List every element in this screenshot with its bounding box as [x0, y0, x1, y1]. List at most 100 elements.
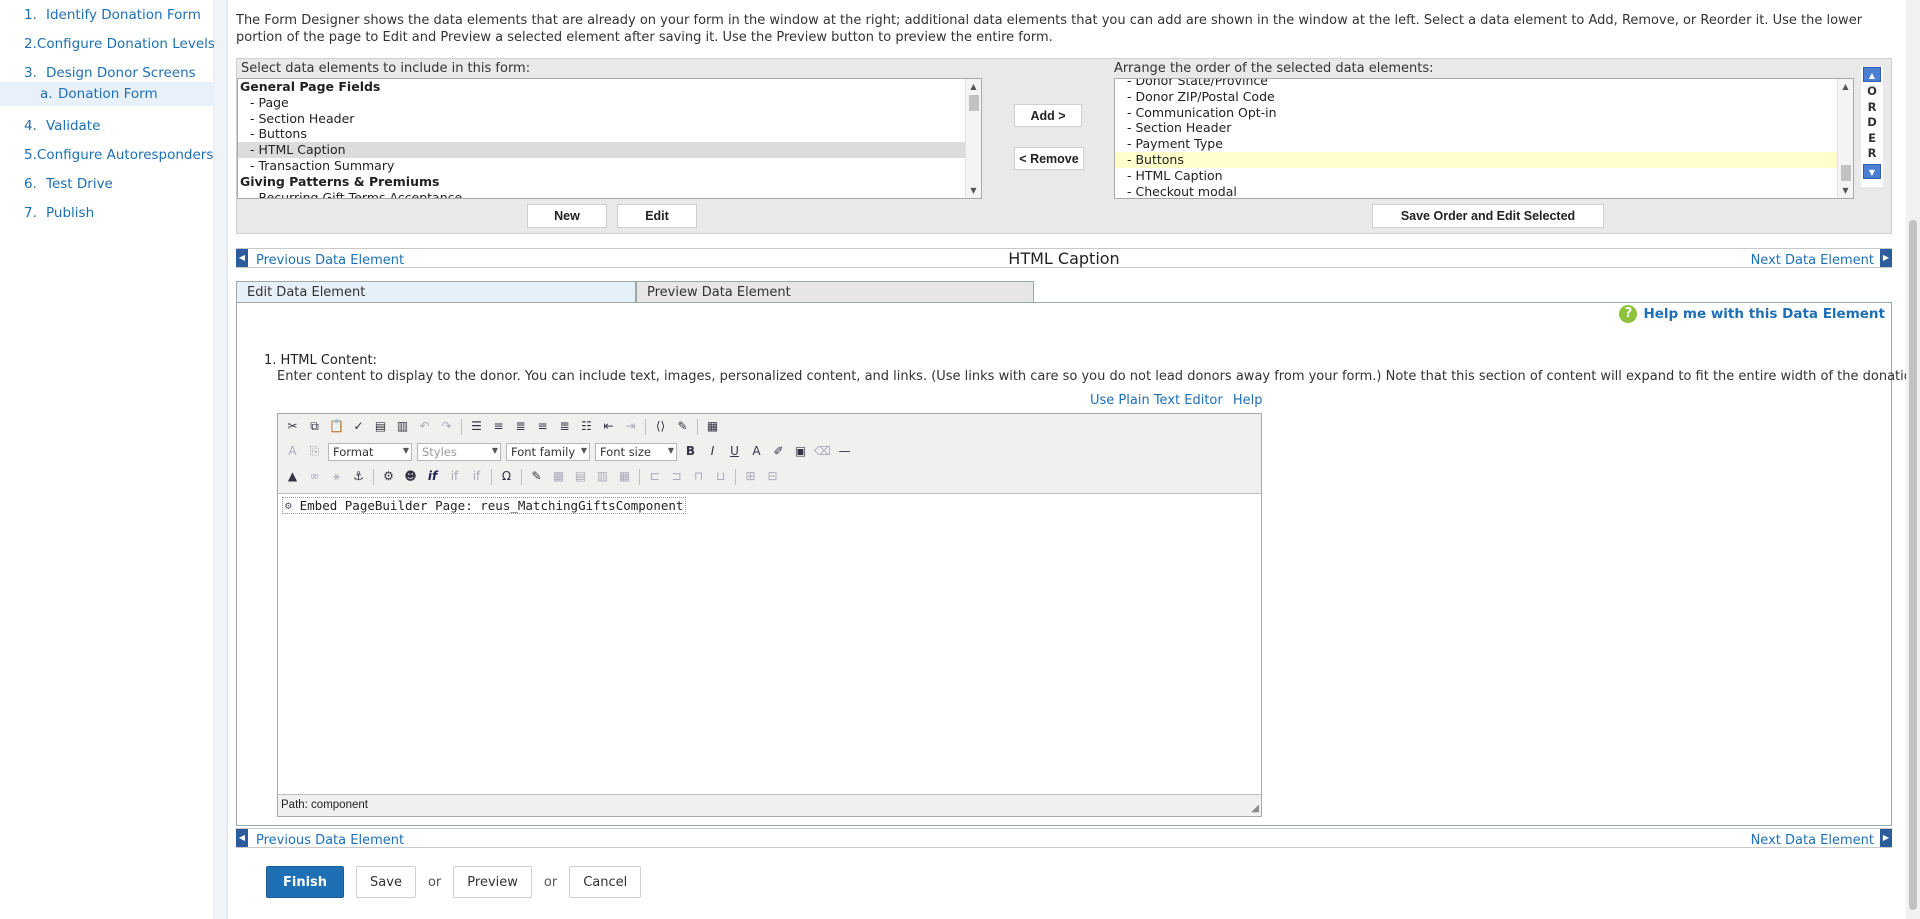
paste-icon[interactable]: 📋 — [328, 418, 345, 435]
undo-icon[interactable]: ↶ — [416, 418, 433, 435]
list-option[interactable]: - Donor State/Province — [1115, 79, 1853, 89]
insert-text-icon[interactable]: ▣ — [792, 443, 809, 460]
page-scroll-thumb[interactable] — [1909, 220, 1917, 910]
indent-icon[interactable]: ⇥ — [622, 418, 639, 435]
font-size-select[interactable]: Font size — [595, 442, 677, 461]
align-left-icon[interactable]: ≣ — [512, 418, 529, 435]
page-scrollbar[interactable] — [1906, 0, 1920, 919]
list-option[interactable]: - Page — [238, 95, 981, 111]
conditional-else-icon[interactable]: if — [446, 468, 463, 485]
tab-edit-data-element[interactable]: Edit Data Element — [236, 281, 636, 303]
paste-word-icon[interactable]: ▥ — [394, 418, 411, 435]
available-elements-list[interactable]: General Page Fields - Page - Section Hea… — [237, 78, 982, 199]
embedded-component[interactable]: ⚙ Embed PageBuilder Page: reus_MatchingG… — [282, 497, 687, 514]
preview-button[interactable]: Preview — [453, 866, 532, 898]
personalization-icon[interactable]: ☻ — [402, 468, 419, 485]
edit-icon[interactable]: ✎ — [528, 468, 545, 485]
italic-icon[interactable]: I — [704, 443, 721, 460]
scroll-down-icon[interactable]: ▼ — [966, 183, 981, 198]
list-option[interactable]: - Section Header — [238, 111, 981, 127]
html-source-icon[interactable]: ⟨⟩ — [652, 418, 669, 435]
format-select[interactable]: Format — [328, 442, 412, 461]
list-option[interactable]: - HTML Caption — [1115, 168, 1853, 184]
step-configure-donation-levels[interactable]: 2. Configure Donation Levels — [0, 29, 215, 58]
next-arrow-icon[interactable]: ▶ — [1880, 249, 1892, 267]
align-right-icon[interactable]: ≣ — [556, 418, 573, 435]
cancel-button[interactable]: Cancel — [569, 866, 642, 898]
scroll-thumb[interactable] — [969, 95, 979, 111]
step-configure-autoresponders[interactable]: 5. Configure Autoresponders — [0, 140, 213, 169]
list-option[interactable]: - Donor ZIP/Postal Code — [1115, 89, 1853, 105]
help-data-element-link[interactable]: ? Help me with this Data Element — [1619, 305, 1885, 323]
list-option[interactable]: - Recurring Gift Terms Acceptance — [238, 190, 981, 198]
step-validate[interactable]: 4. Validate — [0, 111, 213, 140]
remove-button[interactable]: < Remove — [1014, 147, 1084, 170]
delete-col-icon[interactable]: ⊔ — [712, 468, 729, 485]
text-color-icon[interactable]: A — [748, 443, 765, 460]
previous-data-element-link[interactable]: Previous Data Element — [256, 833, 404, 848]
list-option-group[interactable]: General Page Fields — [238, 79, 981, 95]
link-icon[interactable]: ∞ — [306, 468, 323, 485]
selected-elements-list[interactable]: - Donor State/Province - Donor ZIP/Posta… — [1114, 78, 1854, 199]
list-option-selected[interactable]: - HTML Caption — [238, 142, 981, 158]
resize-handle-icon[interactable]: ◢ — [1251, 803, 1259, 814]
list-option[interactable]: - Payment Type — [1115, 136, 1853, 152]
delete-row-icon[interactable]: ⊐ — [668, 468, 685, 485]
align-justify-icon[interactable]: ☷ — [578, 418, 595, 435]
bold-icon[interactable]: B — [682, 443, 699, 460]
editor-help-link[interactable]: Help — [1233, 393, 1263, 408]
cleanup-icon[interactable]: ✎ — [674, 418, 691, 435]
highlight-color-icon[interactable]: ✐ — [770, 443, 787, 460]
table-row-icon[interactable]: ▤ — [572, 468, 589, 485]
anchor-icon[interactable]: ⚓ — [350, 468, 367, 485]
split-cell-icon[interactable]: ⊞ — [742, 468, 759, 485]
new-button[interactable]: New — [527, 204, 607, 228]
table-merge-icon[interactable]: ▦ — [616, 468, 633, 485]
font-family-select[interactable]: Font family — [506, 442, 590, 461]
outdent-icon[interactable]: ⇤ — [600, 418, 617, 435]
scroll-down-icon[interactable]: ▼ — [1838, 183, 1853, 198]
step-identify-donation-form[interactable]: 1. Identify Donation Form — [0, 0, 213, 29]
move-up-icon[interactable]: ▲ — [1863, 67, 1881, 82]
scroll-up-icon[interactable]: ▲ — [966, 79, 981, 94]
spellcheck-icon[interactable]: ✓ — [350, 418, 367, 435]
list-option-selected[interactable]: - Buttons — [1115, 151, 1853, 168]
numbered-list-icon[interactable]: ≡ — [490, 418, 507, 435]
conditional-if-icon[interactable]: if — [424, 468, 441, 485]
styleprops-icon[interactable]: A — [284, 443, 301, 460]
table-cell-icon[interactable]: ▥ — [594, 468, 611, 485]
list-option[interactable]: - Communication Opt-in — [1115, 105, 1853, 121]
redo-icon[interactable]: ↷ — [438, 418, 455, 435]
styles-select[interactable]: Styles — [417, 442, 501, 461]
fullscreen-icon[interactable]: ▦ — [704, 418, 721, 435]
paste-text-icon[interactable]: ▤ — [372, 418, 389, 435]
next-arrow-icon[interactable]: ▶ — [1880, 829, 1892, 847]
list-option[interactable]: - Buttons — [238, 126, 981, 142]
insert-row-icon[interactable]: ⊏ — [646, 468, 663, 485]
save-button[interactable]: Save — [356, 866, 416, 898]
remove-format-icon[interactable]: ⌫ — [814, 443, 831, 460]
attribs-icon[interactable]: ⎘ — [306, 443, 323, 460]
finish-button[interactable]: Finish — [266, 866, 345, 898]
list-option[interactable]: - Checkout modal — [1115, 184, 1853, 198]
bullet-list-icon[interactable]: ☰ — [468, 418, 485, 435]
cut-icon[interactable]: ✂ — [284, 418, 301, 435]
selected-list-scrollbar[interactable]: ▲ ▼ — [1837, 79, 1853, 198]
editor-content-area[interactable]: ⚙ Embed PageBuilder Page: reus_MatchingG… — [278, 493, 1261, 794]
scroll-thumb[interactable] — [1841, 165, 1851, 181]
plain-text-editor-link[interactable]: Use Plain Text Editor — [1090, 393, 1223, 408]
merge-cell-icon[interactable]: ⊟ — [764, 468, 781, 485]
add-button[interactable]: Add > — [1014, 104, 1082, 127]
scroll-up-icon[interactable]: ▲ — [1838, 79, 1853, 94]
next-data-element-link[interactable]: Next Data Element — [1751, 833, 1874, 848]
list-option-group[interactable]: Giving Patterns & Premiums — [238, 174, 981, 190]
unlink-icon[interactable]: ⚹ — [328, 468, 345, 485]
edit-button[interactable]: Edit — [617, 204, 697, 228]
list-option[interactable]: - Section Header — [1115, 120, 1853, 136]
step-publish[interactable]: 7. Publish — [0, 198, 213, 227]
horizontal-rule-icon[interactable]: — — [836, 443, 853, 460]
table-icon[interactable]: ▦ — [550, 468, 567, 485]
component-icon[interactable]: ⚙ — [380, 468, 397, 485]
special-char-icon[interactable]: Ω — [498, 468, 515, 485]
move-down-icon[interactable]: ▼ — [1863, 163, 1881, 179]
